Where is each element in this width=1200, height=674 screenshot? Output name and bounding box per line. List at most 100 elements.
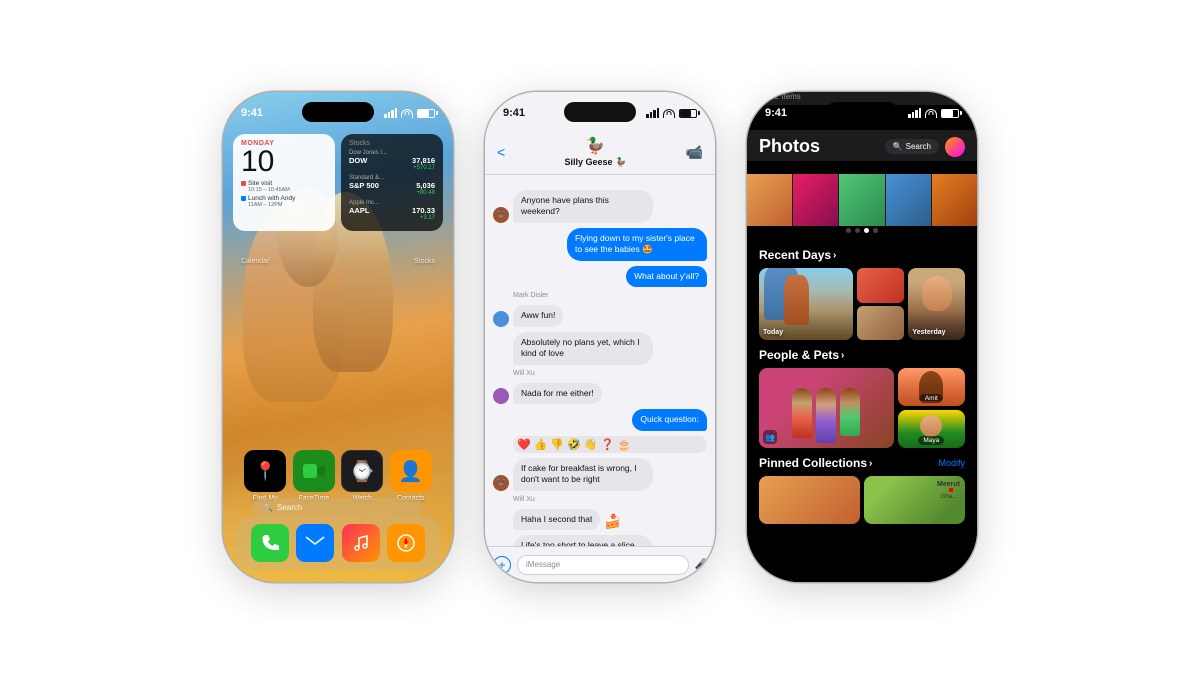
widgets-row: MONDAY 10 Site visit 10:15 – 10:45AM Lun… xyxy=(233,134,443,231)
sender-will-1: Will Xu xyxy=(513,370,707,377)
cake-tapback: 🍰 xyxy=(604,513,621,530)
yesterday-label: Yesterday xyxy=(912,329,945,336)
recent-yesterday[interactable]: Yesterday xyxy=(908,268,965,340)
message-5: Absolutely no plans yet, which I kind of… xyxy=(493,332,707,365)
pinned-item-1[interactable] xyxy=(759,476,860,524)
stocks-widget[interactable]: Stocks Dow Jones I... DOW 37,816 +570.17… xyxy=(341,134,443,231)
group-avatar-icon: 🦆 xyxy=(585,136,605,156)
signal-icon xyxy=(384,108,397,118)
avatar-2: 🐻 xyxy=(493,475,509,491)
cal-date: 10 xyxy=(241,147,327,177)
status-time: 9:41 xyxy=(241,103,263,119)
people-large-group[interactable]: 👥 xyxy=(759,368,894,448)
message-1: 🐻 Anyone have plans this weekend? xyxy=(493,190,707,223)
signal-icon-photos xyxy=(908,108,921,118)
dock-mail[interactable] xyxy=(296,524,334,562)
photos-user-avatar[interactable] xyxy=(945,137,965,157)
chevron-right-icon-2: › xyxy=(841,350,844,361)
cal-event-1: Site visit xyxy=(241,180,327,187)
dynamic-island xyxy=(302,102,374,122)
tapback-row: ❤️ 👍 👎 🤣 👋 ❓ 🎂 xyxy=(513,436,707,453)
messages-list: 🐻 Anyone have plans this weekend? Flying… xyxy=(485,184,715,546)
video-call-button[interactable]: 📹 xyxy=(686,144,703,161)
bubble-8: If cake for breakfast is wrong, I don't … xyxy=(513,458,653,491)
app-contacts[interactable]: 👤 Contacts xyxy=(390,450,432,502)
stock-dow: Dow Jones I... DOW 37,816 +570.17 xyxy=(349,150,435,171)
dynamic-island-2 xyxy=(564,102,636,122)
phone-home: 9:41 MONDAY 10 xyxy=(223,92,453,582)
app-findmy[interactable]: 📍 Find My xyxy=(244,450,286,502)
message-4: Aww fun! xyxy=(493,305,707,326)
recent-days-title: Recent Days › xyxy=(759,248,836,262)
people-pets-header: People & Pets › xyxy=(759,340,965,368)
recent-days-grid: Today Yesterday xyxy=(759,268,965,340)
recent-small-2[interactable] xyxy=(857,306,904,341)
dock-compass[interactable] xyxy=(387,524,425,562)
phone-home-screen: 9:41 MONDAY 10 xyxy=(223,92,453,582)
phone-photos-screen: 9:41 Photos 🔍 Search xyxy=(747,92,977,582)
avatar-1: 🐻 xyxy=(493,207,509,223)
battery-icon-photos xyxy=(941,109,959,118)
dock-phone[interactable] xyxy=(251,524,289,562)
battery-icon xyxy=(417,109,435,118)
bubble-1: Anyone have plans this weekend? xyxy=(513,190,653,223)
person-name-maya: Maya xyxy=(918,436,944,445)
status-icons-msg xyxy=(646,104,697,118)
avatar-mark xyxy=(493,311,509,327)
strip-thumb-4 xyxy=(886,174,931,226)
message-input[interactable]: iMessage xyxy=(517,555,689,575)
recent-small-1[interactable] xyxy=(857,268,904,303)
plus-button[interactable]: + xyxy=(493,556,511,574)
group-icon: 👥 xyxy=(763,430,777,444)
bubble-2: Flying down to my sister's place to see … xyxy=(567,228,707,261)
photo-strip xyxy=(747,174,977,226)
message-2: Flying down to my sister's place to see … xyxy=(493,228,707,261)
stock-aapl: Apple Inc... AAPL 170.33 +3.17 xyxy=(349,200,435,221)
messages-header: < 🦆 Silly Geese 🦆 📹 xyxy=(485,130,715,175)
today-label: Today xyxy=(763,329,783,336)
message-8: 🐻 If cake for breakfast is wrong, I don'… xyxy=(493,458,707,491)
pinned-title: Pinned Collections › xyxy=(759,456,872,470)
pinned-header: Pinned Collections › Modify xyxy=(759,448,965,476)
recent-today[interactable]: Today xyxy=(759,268,853,340)
people-small-col: Amit Maya xyxy=(898,368,965,448)
sender-will-2: Will Xu xyxy=(513,496,707,503)
back-button[interactable]: < xyxy=(497,144,505,160)
person-amit[interactable]: Amit xyxy=(898,368,965,406)
phone-messages: 9:41 < 🦆 Silly Geese 🦆 📹 xyxy=(485,92,715,582)
modify-button[interactable]: Modify xyxy=(938,458,965,468)
people-pets-grid: 👥 Amit Maya xyxy=(759,368,965,448)
pinned-item-2[interactable]: Meerut Gha... xyxy=(864,476,965,524)
message-9: Haha I second that 🍰 xyxy=(493,509,707,530)
search-bar[interactable]: 🔍 Search xyxy=(253,498,423,517)
message-3: What about y'all? xyxy=(493,266,707,287)
conversation-title: 🦆 Silly Geese 🦆 xyxy=(565,136,627,168)
battery-icon-msg xyxy=(679,109,697,118)
app-dock xyxy=(235,516,441,570)
wifi-icon-msg xyxy=(663,109,675,118)
bubble-3: What about y'all? xyxy=(626,266,707,287)
dynamic-island-3 xyxy=(826,102,898,122)
mic-icon: 🎤 xyxy=(695,559,707,570)
calendar-widget[interactable]: MONDAY 10 Site visit 10:15 – 10:45AM Lun… xyxy=(233,134,335,231)
photos-header: Photos 🔍 Search xyxy=(747,130,977,161)
sender-mark: Mark Disler xyxy=(513,292,707,299)
search-icon: 🔍 xyxy=(263,503,273,512)
app-watch[interactable]: ⌚ Watch xyxy=(341,450,383,502)
photos-search-button[interactable]: 🔍 Search xyxy=(885,139,939,154)
stock-sp500: Standard &... S&P 500 5,036 +80.48 xyxy=(349,175,435,196)
photos-content: Recent Days › Today xyxy=(747,240,977,582)
photos-title: Photos xyxy=(759,136,820,157)
phone-messages-screen: 9:41 < 🦆 Silly Geese 🦆 📹 xyxy=(485,92,715,582)
wifi-icon xyxy=(401,109,413,118)
recent-stack xyxy=(857,268,904,340)
person-name-amit: Amit xyxy=(920,394,943,403)
person-maya[interactable]: Maya xyxy=(898,410,965,448)
wifi-icon-photos xyxy=(925,109,937,118)
dock-music[interactable] xyxy=(342,524,380,562)
chevron-right-icon-3: › xyxy=(869,458,872,469)
app-facetime[interactable]: FaceTime xyxy=(293,450,335,502)
phone-photos: 9:41 Photos 🔍 Search xyxy=(747,92,977,582)
bubble-6: Nada for me either! xyxy=(513,383,602,404)
app-grid: 📍 Find My FaceTime ⌚ Watch 👤 Contacts xyxy=(223,450,453,502)
